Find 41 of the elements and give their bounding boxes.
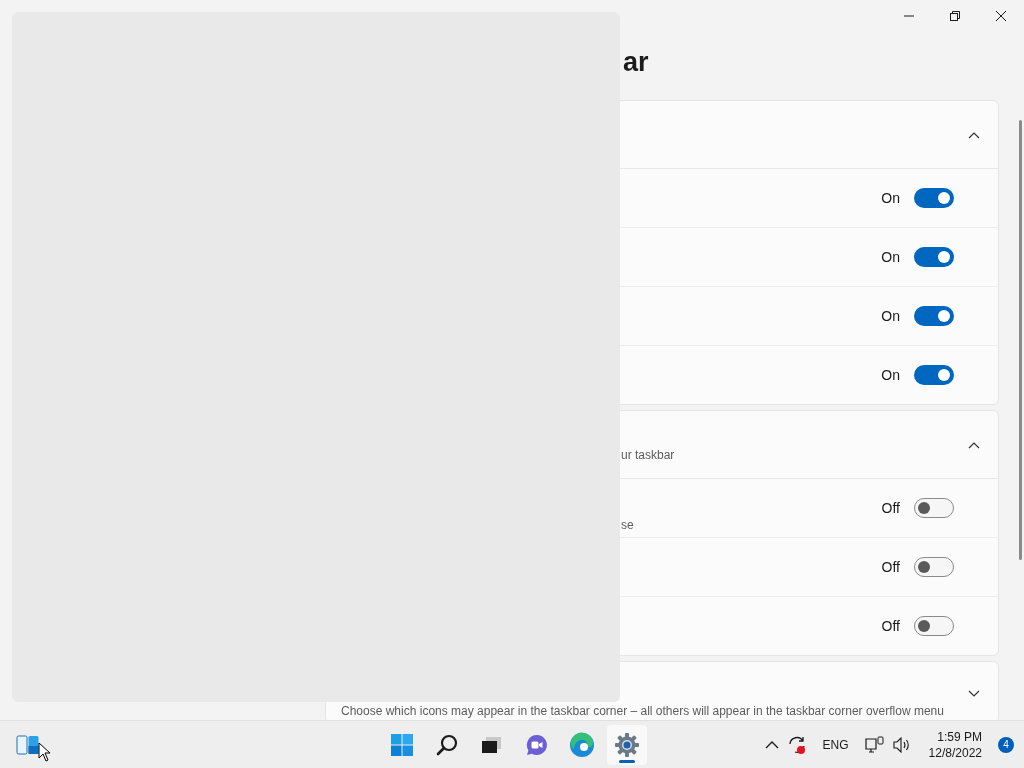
active-app-indicator	[619, 760, 635, 763]
browser-icon	[569, 732, 595, 758]
settings-taskbar-button[interactable]	[607, 725, 647, 765]
toggle-state-label: Off	[881, 559, 900, 575]
toggle-switch[interactable]	[914, 616, 954, 636]
scrollbar[interactable]	[1019, 120, 1022, 560]
widgets-icon	[16, 734, 40, 755]
section-description: ur taskbar	[621, 448, 675, 464]
chat-icon	[525, 733, 549, 757]
restore-icon	[950, 11, 960, 21]
toggle-state-label: Off	[881, 618, 900, 634]
language-indicator[interactable]: ENG	[822, 737, 849, 752]
chevron-up-icon[interactable]	[968, 131, 980, 139]
chevron-up-icon[interactable]	[764, 739, 779, 750]
close-icon	[996, 11, 1006, 21]
gear-icon	[614, 732, 640, 758]
windows-logo-icon	[390, 733, 414, 757]
toggle-switch[interactable]	[914, 188, 954, 208]
notification-badge[interactable]: 4	[998, 736, 1014, 753]
toggle-state-label: On	[881, 367, 900, 383]
setting-description: se	[621, 518, 634, 532]
toggle-switch[interactable]	[914, 247, 954, 267]
volume-icon[interactable]	[892, 736, 911, 753]
toggle-switch[interactable]	[914, 306, 954, 326]
toggle-state-label: On	[881, 249, 900, 265]
sync-icon[interactable]	[786, 734, 807, 755]
toggle-switch[interactable]	[914, 557, 954, 577]
toggle-state-label: On	[881, 190, 900, 206]
toggle-state-label: Off	[881, 500, 900, 516]
task-view-icon	[481, 735, 503, 755]
clock[interactable]: 1:59 PM 12/8/2022	[928, 728, 982, 761]
chevron-down-icon[interactable]	[968, 690, 980, 698]
toggle-state-label: On	[881, 308, 900, 324]
mouse-cursor-icon	[38, 742, 51, 762]
section-description: Choose which icons may appear in the taskbar corner – all others will appear in the taskbar corner overflow menu	[341, 704, 944, 720]
search-icon	[435, 733, 459, 757]
page-title: ar	[622, 46, 650, 79]
chevron-up-icon[interactable]	[968, 441, 980, 449]
toggle-switch[interactable]	[914, 498, 954, 518]
toggle-switch[interactable]	[914, 365, 954, 385]
network-icon[interactable]	[864, 735, 885, 754]
